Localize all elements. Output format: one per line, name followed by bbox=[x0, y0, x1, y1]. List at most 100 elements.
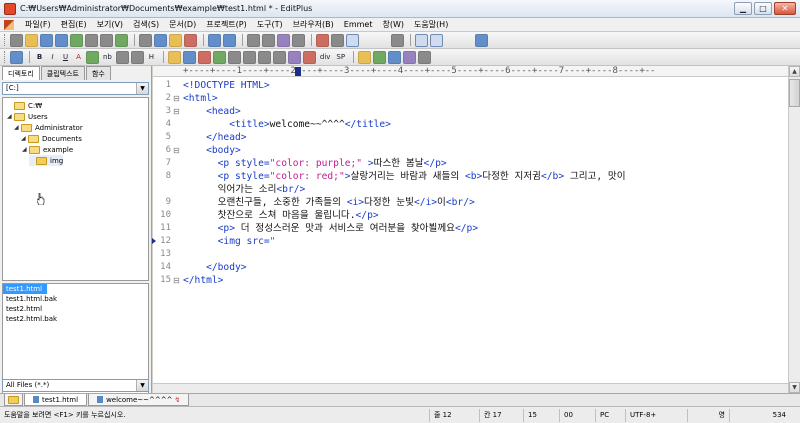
table-icon[interactable] bbox=[212, 50, 226, 64]
tree-item-users[interactable]: ◢ Users bbox=[7, 111, 48, 122]
select-icon[interactable] bbox=[272, 50, 286, 64]
chevron-down-icon[interactable]: ▼ bbox=[136, 380, 148, 391]
scroll-down-icon[interactable]: ▼ bbox=[789, 382, 800, 393]
fold-toggle-icon[interactable]: ⊟ bbox=[173, 92, 180, 105]
find-in-files-icon[interactable] bbox=[277, 33, 290, 47]
code-line[interactable]: 10 찻잔으로 스쳐 마음을 울립니다.</p> bbox=[153, 209, 785, 222]
new-file-icon[interactable] bbox=[10, 33, 23, 47]
script-icon[interactable] bbox=[302, 50, 316, 64]
toolbar-grip[interactable] bbox=[4, 51, 7, 63]
fold-toggle-icon[interactable]: ⊟ bbox=[173, 274, 180, 287]
code-line[interactable]: 15 ⊟ </html> bbox=[153, 274, 785, 287]
italic-button[interactable]: I bbox=[47, 51, 58, 64]
save-all-icon[interactable] bbox=[55, 33, 68, 47]
code-line[interactable]: 익어가는 소리<br/> bbox=[153, 183, 785, 196]
cut-icon[interactable] bbox=[139, 33, 152, 47]
menu-file[interactable]: 파일(F) bbox=[20, 19, 56, 30]
file-item[interactable]: test2.html.bak bbox=[3, 314, 148, 324]
replace-icon[interactable] bbox=[262, 33, 275, 47]
collapse-icon[interactable]: ◢ bbox=[22, 146, 29, 153]
fold-toggle-icon[interactable]: ⊟ bbox=[173, 144, 180, 157]
menu-edit[interactable]: 편집(E) bbox=[56, 19, 92, 30]
color-icon[interactable] bbox=[86, 50, 99, 64]
ruler-icon[interactable] bbox=[361, 34, 374, 47]
print-preview-icon[interactable] bbox=[100, 33, 113, 47]
heading-icon[interactable] bbox=[331, 33, 344, 47]
tree-item-administrator[interactable]: ◢ Administrator bbox=[14, 122, 83, 133]
menu-document[interactable]: 문서(D) bbox=[164, 19, 201, 30]
menu-view[interactable]: 보기(V) bbox=[92, 19, 128, 30]
horizontal-scrollbar[interactable] bbox=[153, 383, 788, 393]
word-wrap-icon[interactable] bbox=[346, 33, 359, 47]
link-icon[interactable] bbox=[182, 50, 196, 64]
editor-pane[interactable]: +----+----1----+----2----+----3----+----… bbox=[152, 66, 800, 393]
doc-tab-welcome[interactable]: welcome~~^^^^ ↯ bbox=[88, 394, 190, 406]
list-icon[interactable] bbox=[287, 50, 301, 64]
code-line[interactable]: 4 <title>welcome~~^^^^</title> bbox=[153, 118, 785, 131]
tab-cliptext[interactable]: 클립텍스트 bbox=[40, 66, 85, 80]
output-window-icon[interactable] bbox=[445, 34, 458, 47]
span-button[interactable]: SP bbox=[334, 51, 347, 64]
input-icon[interactable] bbox=[242, 50, 256, 64]
spellcheck-icon[interactable] bbox=[115, 33, 128, 47]
print-icon[interactable] bbox=[85, 33, 98, 47]
underline-button[interactable]: U bbox=[60, 51, 71, 64]
doc-tab-test1[interactable]: test1.html bbox=[24, 394, 88, 406]
delete-icon[interactable] bbox=[184, 33, 197, 47]
tree-item-documents[interactable]: ◢ Documents bbox=[21, 133, 82, 144]
toolbar-grip[interactable] bbox=[4, 34, 7, 46]
drive-select[interactable]: [C:] ▼ bbox=[2, 82, 149, 95]
code-line[interactable]: 8 <p style="color: red;">살랑거리는 바람과 새들의 <… bbox=[153, 170, 785, 183]
help-context-icon[interactable] bbox=[475, 33, 488, 47]
paste-icon[interactable] bbox=[169, 33, 182, 47]
code-line[interactable]: 3 ⊟ <head> bbox=[153, 105, 785, 118]
validate-icon[interactable] bbox=[373, 50, 387, 64]
directory-window-icon[interactable] bbox=[415, 33, 428, 47]
bold-button[interactable]: B bbox=[34, 51, 45, 64]
anchor-icon[interactable] bbox=[197, 50, 211, 64]
fold-toggle-icon[interactable]: ⊟ bbox=[173, 105, 180, 118]
menu-window[interactable]: 창(W) bbox=[377, 19, 409, 30]
code-line[interactable]: 14 </body> bbox=[153, 261, 785, 274]
code-line[interactable]: 9 오랜친구들, 소중한 가족들의 <i>다정한 눈빛</i>이<br/> bbox=[153, 196, 785, 209]
paragraph-icon[interactable] bbox=[115, 50, 129, 64]
code-line[interactable]: 1 <!DOCTYPE HTML> bbox=[153, 79, 785, 92]
line-number-icon[interactable] bbox=[376, 34, 389, 47]
tree-item-img[interactable]: img bbox=[29, 155, 64, 166]
code-line[interactable]: 11 <p> 더 정성스러운 맛과 서비스로 여러분을 찾아뵐께요</p> bbox=[153, 222, 785, 235]
redo-icon[interactable] bbox=[223, 33, 236, 47]
font-button[interactable]: A bbox=[73, 51, 84, 64]
goto-line-icon[interactable] bbox=[292, 33, 305, 47]
menu-search[interactable]: 검색(S) bbox=[128, 19, 164, 30]
menu-browser[interactable]: 브라우저(B) bbox=[288, 19, 339, 30]
preview-icon[interactable] bbox=[388, 50, 402, 64]
font-size-icon[interactable] bbox=[316, 33, 329, 47]
save-icon[interactable] bbox=[40, 33, 53, 47]
close-button[interactable]: ✕ bbox=[774, 2, 796, 15]
cliptext-window-icon[interactable] bbox=[430, 33, 443, 47]
break-icon[interactable] bbox=[130, 50, 144, 64]
copy-icon[interactable] bbox=[154, 33, 167, 47]
tab-functions[interactable]: 함수 bbox=[85, 66, 111, 80]
char-map-icon[interactable] bbox=[418, 50, 432, 64]
tab-directory[interactable]: 디렉토리 bbox=[2, 66, 40, 80]
file-filter-select[interactable]: All Files (*.*) ▼ bbox=[2, 379, 149, 392]
file-item[interactable]: test1.html bbox=[3, 284, 47, 294]
minimize-button[interactable]: ▁ bbox=[734, 2, 752, 15]
find-icon[interactable] bbox=[247, 33, 260, 47]
code-line[interactable]: 5 </head> bbox=[153, 131, 785, 144]
folder-tab-icon[interactable] bbox=[4, 394, 23, 406]
code-line[interactable]: 2 ⊟ <html> bbox=[153, 92, 785, 105]
scroll-thumb[interactable] bbox=[789, 79, 800, 107]
ftp-upload-icon[interactable] bbox=[70, 33, 83, 47]
settings-icon[interactable] bbox=[391, 33, 404, 47]
browser-icon[interactable] bbox=[10, 50, 23, 64]
menu-emmet[interactable]: Emmet bbox=[339, 20, 378, 29]
file-item[interactable]: test1.html.bak bbox=[3, 294, 148, 304]
menu-tools[interactable]: 도구(T) bbox=[252, 19, 288, 30]
file-item[interactable]: test2.html bbox=[3, 304, 148, 314]
heading-button[interactable]: H bbox=[146, 51, 157, 64]
chevron-down-icon[interactable]: ▼ bbox=[136, 83, 148, 94]
tree-item-c[interactable]: C:₩ bbox=[7, 100, 42, 111]
nbsp-button[interactable]: nb bbox=[101, 51, 114, 64]
